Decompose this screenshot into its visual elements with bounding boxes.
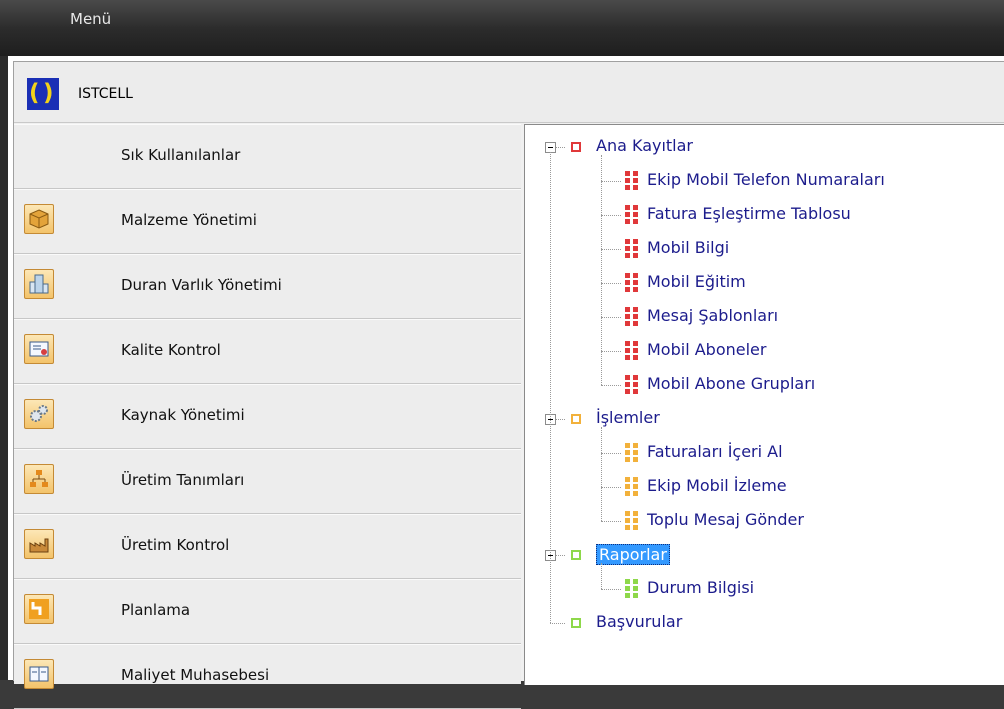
tree-connector [601, 215, 621, 216]
nav-item-label: Duran Varlık Yönetimi [121, 276, 282, 294]
menu-item-icon [625, 511, 638, 530]
nav-item-cost-accounting[interactable]: Maliyet Muhasebesi [14, 644, 521, 709]
window-frame [0, 56, 8, 680]
gears-icon [24, 399, 54, 429]
tree-connector [601, 249, 621, 250]
window-titlebar: Menü [0, 0, 1004, 56]
menu-panel: ( ) ISTCELL Sık Kullanılanlar Malzeme Yö… [13, 61, 1004, 709]
tree-connector [601, 521, 621, 522]
box-icon [24, 204, 54, 234]
tree-connector [601, 155, 602, 385]
nav-item-label: Malzeme Yönetimi [121, 211, 257, 229]
menu-item-icon [625, 341, 638, 360]
tree-connector [601, 317, 621, 318]
tree-group-label[interactable]: İşlemler [596, 408, 660, 427]
nav-item-label: Planlama [121, 601, 191, 619]
tree-connector [556, 555, 565, 556]
tree-leaf-item[interactable]: Mobil Eğitim [647, 272, 746, 291]
nav-item-material-management[interactable]: Malzeme Yönetimi [14, 189, 521, 254]
nav-item-label: Üretim Tanımları [121, 471, 245, 489]
menu-item-icon [625, 375, 638, 394]
nav-item-label: Kaynak Yönetimi [121, 406, 245, 424]
tree-leaf-item[interactable]: Mobil Abone Grupları [647, 374, 815, 393]
tree-leaf-item[interactable]: Mobil Bilgi [647, 238, 729, 257]
tree-leaf-item[interactable]: Ekip Mobil İzleme [647, 476, 787, 495]
module-navigation: Sık Kullanılanlar Malzeme Yönetimi Duran… [14, 124, 521, 709]
tree-leaf-item[interactable]: Mobil Aboneler [647, 340, 766, 359]
tree-leaf-item[interactable]: Faturaları İçeri Al [647, 442, 783, 461]
istcell-logo-icon: ( ) [27, 78, 59, 110]
menu-item-icon [625, 477, 638, 496]
menu-item-icon [625, 443, 638, 462]
tree-connector [601, 487, 621, 488]
nav-item-label: Sık Kullanılanlar [121, 146, 241, 164]
brand-header[interactable]: ( ) ISTCELL [14, 62, 1004, 123]
menu-tree: Ana Kayıtlar Ekip Mobil Telefon Numaralar… [524, 124, 1004, 685]
tree-connector [601, 385, 621, 386]
nav-item-production-control[interactable]: Üretim Kontrol [14, 514, 521, 579]
folder-node-icon [571, 414, 581, 424]
menu-item-icon [625, 171, 638, 190]
flowchart-icon [24, 464, 54, 494]
nav-item-favorites[interactable]: Sık Kullanılanlar [14, 124, 521, 189]
menu-item-icon [625, 239, 638, 258]
tree-leaf-item[interactable]: Toplu Mesaj Gönder [647, 510, 804, 529]
tree-connector [550, 152, 551, 623]
nav-item-production-definitions[interactable]: Üretim Tanımları [14, 449, 521, 514]
planning-icon [24, 594, 54, 624]
nav-item-resource-management[interactable]: Kaynak Yönetimi [14, 384, 521, 449]
nav-item-quality-control[interactable]: Kalite Kontrol [14, 319, 521, 384]
tree-leaf-item[interactable]: Fatura Eşleştirme Tablosu [647, 204, 851, 223]
menu-item-icon [625, 579, 638, 598]
tree-connector [601, 351, 621, 352]
menu-item-icon [625, 307, 638, 326]
tree-connector [601, 427, 602, 521]
folder-node-icon [571, 550, 581, 560]
factory-icon [24, 529, 54, 559]
client-area: ( ) ISTCELL Sık Kullanılanlar Malzeme Yö… [8, 56, 1004, 709]
tree-connector [601, 283, 621, 284]
folder-node-icon [571, 142, 581, 152]
menu-item-icon [625, 273, 638, 292]
brand-name: ISTCELL [78, 86, 133, 102]
menu-item-icon [625, 205, 638, 224]
tree-connector [556, 419, 565, 420]
tree-group-label[interactable]: Ana Kayıtlar [596, 136, 693, 155]
certificate-icon [24, 334, 54, 364]
tree-connector [550, 623, 565, 624]
tree-leaf-item[interactable]: Ekip Mobil Telefon Numaraları [647, 170, 885, 189]
building-icon [24, 269, 54, 299]
nav-item-fixed-assets[interactable]: Duran Varlık Yönetimi [14, 254, 521, 319]
nav-item-label: Üretim Kontrol [121, 536, 230, 554]
tree-group-label[interactable]: Başvurular [596, 612, 682, 631]
window-title: Menü [70, 10, 112, 28]
tree-leaf-item[interactable]: Durum Bilgisi [647, 578, 754, 597]
nav-item-planning[interactable]: Planlama [14, 579, 521, 644]
ledger-icon [24, 659, 54, 689]
tree-connector [601, 563, 602, 589]
nav-item-label: Maliyet Muhasebesi [121, 666, 270, 684]
tree-connector [601, 589, 621, 590]
nav-item-label: Kalite Kontrol [121, 341, 221, 359]
tree-group-label[interactable]: Raporlar [596, 544, 670, 565]
tree-connector [601, 453, 621, 454]
tree-connector [556, 147, 565, 148]
folder-node-icon [571, 618, 581, 628]
tree-leaf-item[interactable]: Mesaj Şablonları [647, 306, 778, 325]
tree-connector [601, 181, 621, 182]
